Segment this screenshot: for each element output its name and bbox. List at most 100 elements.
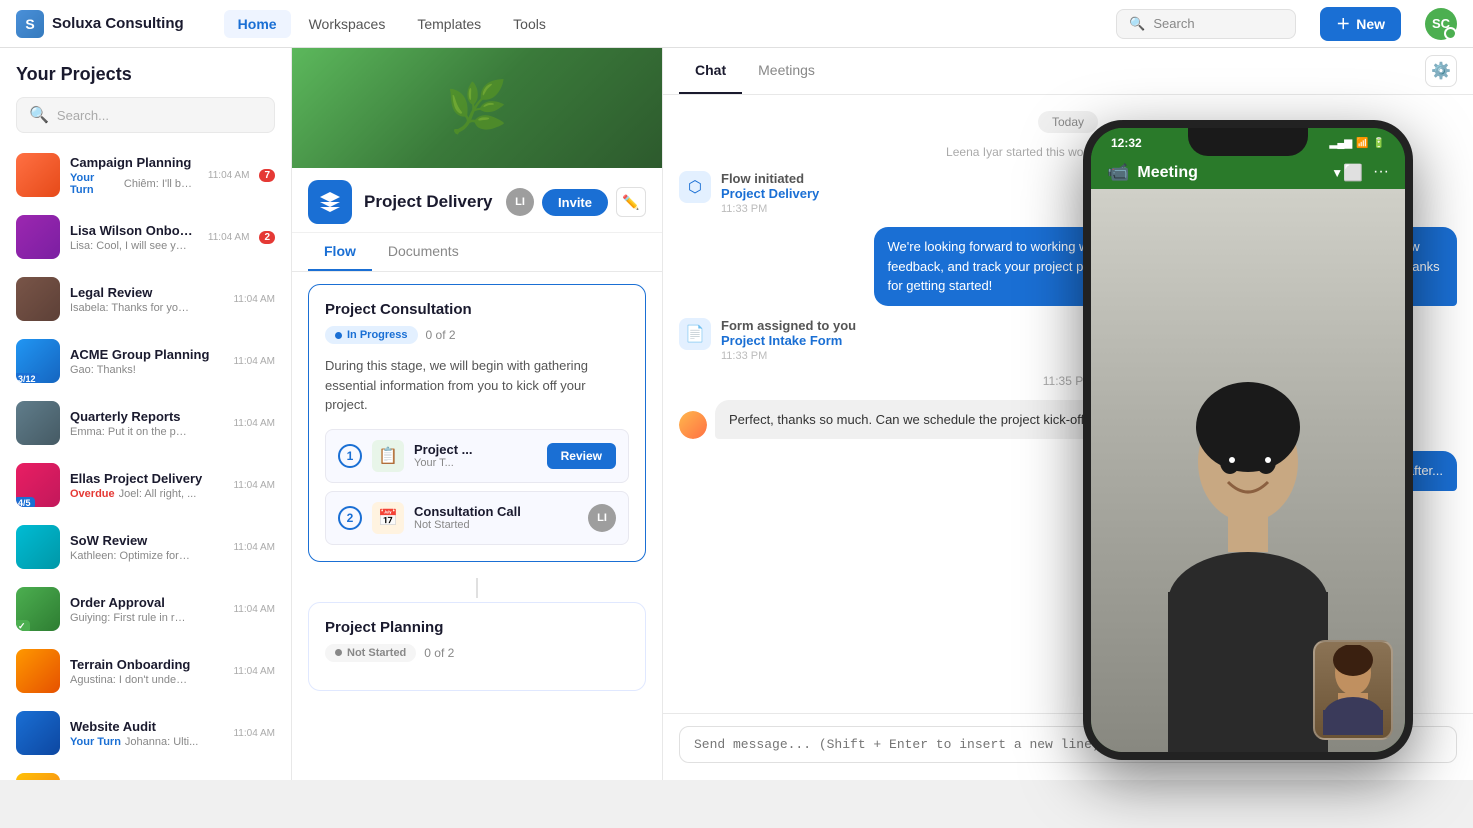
sidebar-header: Your Projects 🔍 — [0, 48, 291, 141]
chat-settings-button[interactable]: ⚙️ — [1425, 55, 1457, 87]
project-time: 11:04 AM — [233, 604, 275, 615]
status-pill-1: In Progress — [325, 326, 418, 344]
search-icon: 🔍 — [1129, 16, 1145, 32]
project-item[interactable]: 4/5 Ellas Project Delivery Overdue Joel:… — [8, 455, 283, 515]
search-label: Search — [1153, 16, 1194, 31]
task-icon-2: 📅 — [372, 502, 404, 534]
project-sub: Your Turn Chiêm: I'll be ... — [70, 172, 198, 196]
project-thumb — [16, 649, 60, 693]
layers-icon — [318, 190, 342, 214]
project-item[interactable]: Website Audit Your Turn Johanna: Ulti...… — [8, 703, 283, 763]
status-dot-2 — [335, 649, 342, 656]
project-tabs: Flow Documents — [292, 233, 662, 272]
project-time: 11:04 AM — [233, 294, 275, 305]
project-preview: Lisa: Cool, I will see you... — [70, 240, 190, 252]
pip-person — [1315, 642, 1391, 738]
app-logo[interactable]: S Soluxa Consulting — [16, 10, 184, 38]
nav-templates[interactable]: Templates — [403, 10, 495, 38]
task-name-2: Consultation Call — [414, 504, 578, 519]
task-assignee-2: Not Started — [414, 519, 578, 531]
incoming-avatar — [679, 411, 707, 439]
flow-icon: ⬡ — [679, 171, 711, 203]
project-title: Project Delivery — [364, 192, 494, 212]
nav-workspaces[interactable]: Workspaces — [295, 10, 400, 38]
project-item[interactable]: Quarterly Reports Emma: Put it on the pa… — [8, 393, 283, 453]
project-name: SoW Review — [70, 533, 223, 548]
phone-overlay: 12:32 ▂▄▆ 📶 🔋 📹 Meeting ▼ ⬜ ··· — [1083, 120, 1413, 760]
tab-documents[interactable]: Documents — [372, 233, 475, 271]
project-icon — [308, 180, 352, 224]
project-time: 11:04 AM — [233, 418, 275, 429]
project-info: Lisa Wilson Onboarding Lisa: Cool, I wil… — [70, 223, 198, 252]
project-thumb — [16, 401, 60, 445]
phone-notch — [1188, 128, 1308, 156]
nav-links: Home Workspaces Templates Tools — [224, 10, 560, 38]
project-item[interactable]: SoW Review Kathleen: Optimize for se... … — [8, 517, 283, 577]
user-avatar[interactable]: SC — [1425, 8, 1457, 40]
project-sub: Lisa: Cool, I will see you... — [70, 240, 198, 252]
project-name: Campaign Planning — [70, 155, 198, 170]
stage-card-2: Project Planning Not Started 0 of 2 — [308, 602, 646, 691]
project-thumb — [16, 277, 60, 321]
task-item-1: 1 📋 Project ... Your T... Review — [325, 429, 629, 483]
project-cover — [292, 48, 662, 168]
sidebar-search-input[interactable] — [57, 108, 262, 123]
signal-icon: ▂▄▆ — [1330, 138, 1352, 149]
task-details-2: Consultation Call Not Started — [414, 504, 578, 531]
project-info: Website Audit Your Turn Johanna: Ulti... — [70, 719, 223, 748]
project-thumb: 4/5 — [16, 463, 60, 507]
nav-home[interactable]: Home — [224, 10, 291, 38]
nav-tools[interactable]: Tools — [499, 10, 560, 38]
project-item[interactable]: Lisa Wilson Onboarding Lisa: Cool, I wil… — [8, 207, 283, 267]
project-name: Legal Review — [70, 285, 223, 300]
project-time: 11:04 AM — [233, 356, 275, 367]
sidebar-title: Your Projects — [16, 64, 275, 85]
project-name: Website Audit — [70, 719, 223, 734]
project-preview: Gao: Thanks! — [70, 364, 136, 376]
project-thumb — [16, 215, 60, 259]
project-sub: Gao: Thanks! — [70, 364, 223, 376]
sidebar-search-container[interactable]: 🔍 — [16, 97, 275, 133]
project-item[interactable]: Legal Review Isabela: Thanks for your ..… — [8, 269, 283, 329]
tab-chat[interactable]: Chat — [679, 48, 742, 94]
tab-meetings[interactable]: Meetings — [742, 48, 831, 94]
task-details-1: Project ... Your T... — [414, 442, 537, 469]
copy-icon[interactable]: ⬜ — [1343, 163, 1363, 183]
meeting-dropdown-icon[interactable]: ▼ — [1331, 166, 1343, 180]
meeting-camera-icon: 📹 — [1107, 162, 1129, 183]
project-time: 11:04 AM — [233, 480, 275, 491]
edit-button[interactable]: ✏️ — [616, 187, 646, 217]
project-body: Project Consultation In Progress 0 of 2 … — [292, 272, 662, 780]
date-pill: Today — [1038, 111, 1098, 133]
global-search[interactable]: 🔍 Search — [1116, 9, 1296, 39]
project-item[interactable]: Annual Planning Erik: Does this make sen… — [8, 765, 283, 780]
project-info: ACME Group Planning Gao: Thanks! — [70, 347, 223, 376]
new-button[interactable]: ＋ New — [1320, 7, 1401, 41]
project-thumb — [16, 153, 60, 197]
project-sub: Guiying: First rule in road... — [70, 612, 223, 624]
project-name: Quarterly Reports — [70, 409, 223, 424]
more-icon[interactable]: ··· — [1373, 163, 1389, 183]
review-button[interactable]: Review — [547, 443, 616, 469]
project-item[interactable]: Terrain Onboarding Agustina: I don't und… — [8, 641, 283, 701]
app-name: Soluxa Consulting — [52, 15, 184, 32]
status-pill-2: Not Started — [325, 644, 416, 662]
wifi-icon: 📶 — [1356, 138, 1368, 149]
phone-screen: 12:32 ▂▄▆ 📶 🔋 📹 Meeting ▼ ⬜ ··· — [1091, 128, 1405, 752]
stage-divider — [476, 578, 478, 598]
video-main — [1091, 189, 1405, 752]
project-item[interactable]: 3/12 ACME Group Planning Gao: Thanks! 11… — [8, 331, 283, 391]
project-header: Project Delivery LI Invite ✏️ — [292, 168, 662, 233]
project-item[interactable]: ✓ Order Approval Guiying: First rule in … — [8, 579, 283, 639]
project-name: Ellas Project Delivery — [70, 471, 223, 486]
project-preview: Chiêm: I'll be ... — [124, 178, 198, 190]
project-sub: Emma: Put it on the parki... — [70, 426, 223, 438]
project-item[interactable]: Campaign Planning Your Turn Chiêm: I'll … — [8, 145, 283, 205]
project-info: Order Approval Guiying: First rule in ro… — [70, 595, 223, 624]
invite-button[interactable]: Invite — [542, 189, 608, 216]
tab-flow[interactable]: Flow — [308, 233, 372, 271]
project-info: Legal Review Isabela: Thanks for your ..… — [70, 285, 223, 314]
search-icon: 🔍 — [29, 105, 49, 125]
project-thumb: ✓ — [16, 587, 60, 631]
project-actions: LI Invite ✏️ — [506, 187, 646, 217]
